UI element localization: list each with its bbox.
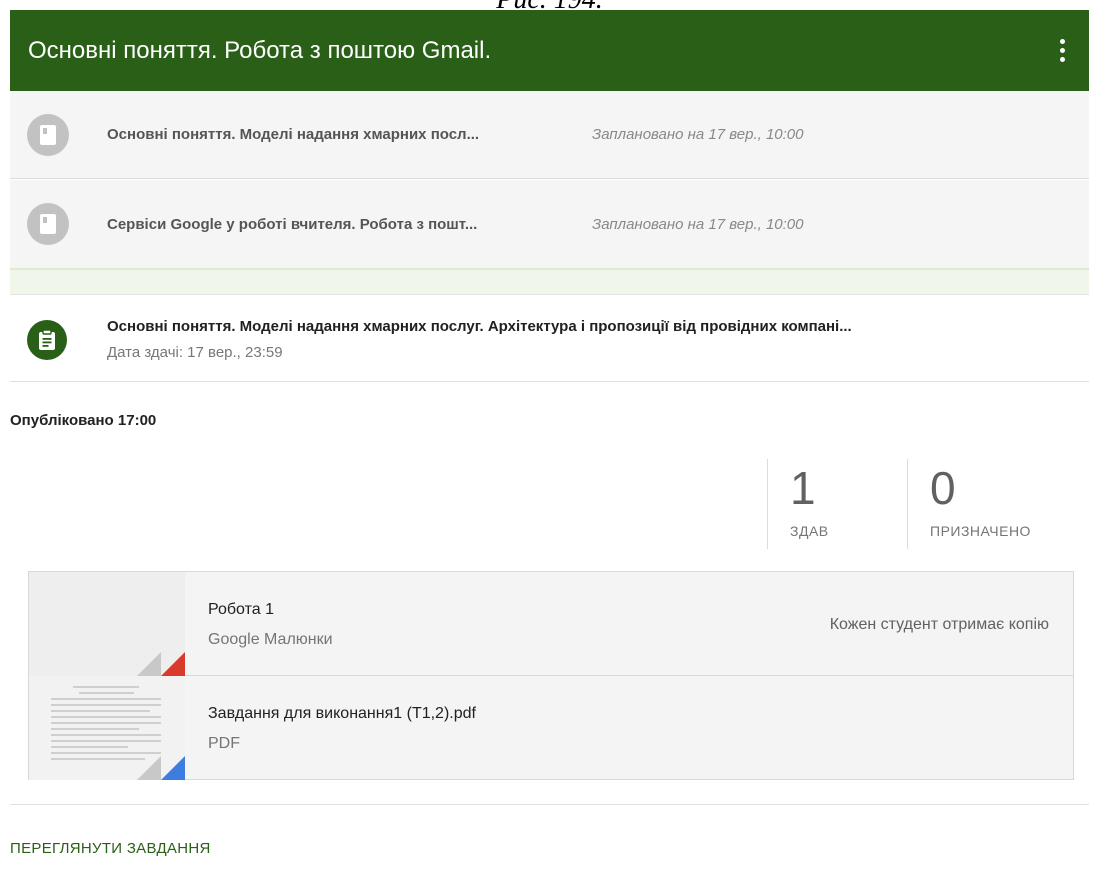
divider [10,804,1089,805]
section-divider [10,268,1089,295]
assignment-due-date: Дата здачі: 17 вер., 23:59 [107,344,283,361]
scheduled-doc-icon [27,114,69,156]
pdf-type-icon [161,756,185,780]
assignment-item[interactable]: Основні поняття. Моделі надання хмарних … [10,296,1089,382]
more-vert-icon[interactable] [1047,32,1077,68]
drawing-type-icon [161,652,185,676]
turned-in-stat[interactable]: 1 ЗДАВ [767,459,907,549]
assignment-icon [27,320,67,360]
attachment-type: Google Малюнки [208,631,333,648]
assigned-stat[interactable]: 0 ПРИЗНАЧЕНО [907,459,1087,549]
scheduled-item[interactable]: Основні поняття. Моделі надання хмарних … [10,91,1089,179]
attachment-title: Робота 1 [208,601,274,618]
scheduled-date: Заплановано на 17 вер., 10:00 [592,215,804,233]
scheduled-doc-icon [27,203,69,245]
view-assignment-link[interactable]: ПЕРЕГЛЯНУТИ ЗАВДАННЯ [10,840,211,857]
copy-note: Кожен студент отримає копію [829,616,1049,633]
scheduled-title: Сервіси Google у роботі вчителя. Робота … [107,215,478,233]
turned-in-label: ЗДАВ [790,523,829,539]
scheduled-date: Заплановано на 17 вер., 10:00 [592,126,804,143]
pdf-thumbnail [29,676,185,780]
attachment-drawing[interactable]: Робота 1 Google Малюнки Кожен студент от… [29,572,1073,676]
class-header: Основні поняття. Робота з поштою Gmail. [10,10,1089,91]
turned-in-count: 1 [790,462,816,514]
assigned-count: 0 [930,462,956,514]
assignment-title: Основні поняття. Моделі надання хмарних … [107,318,852,335]
page-title: Основні поняття. Робота з поштою Gmail. [28,36,492,64]
scheduled-title: Основні поняття. Моделі надання хмарних … [107,126,480,143]
assigned-label: ПРИЗНАЧЕНО [930,523,1031,539]
scheduled-item[interactable]: Сервіси Google у роботі вчителя. Робота … [10,180,1089,268]
attachment-type: PDF [208,735,240,752]
attachment-pdf[interactable]: Завдання для виконання1 (T1,2).pdf PDF [29,676,1073,780]
attachment-title: Завдання для виконання1 (T1,2).pdf [208,705,476,722]
drawing-thumbnail [29,572,185,676]
attachments-list: Робота 1 Google Малюнки Кожен студент от… [28,571,1074,780]
published-time: Опубліковано 17:00 [10,412,157,429]
